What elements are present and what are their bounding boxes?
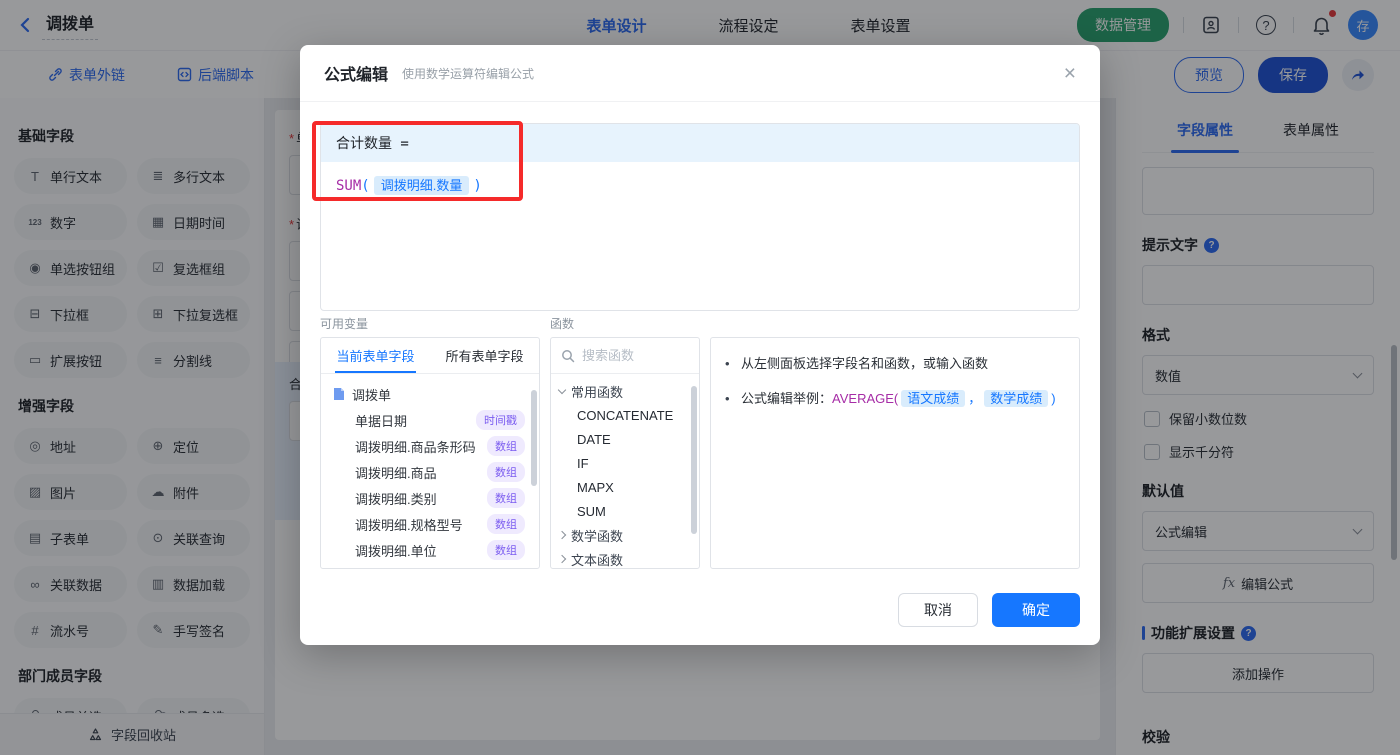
function-group-row[interactable]: 常用函数 bbox=[551, 379, 699, 403]
field-chip[interactable]: 调拨明细.数量 bbox=[373, 176, 470, 195]
variable-name: 单据日期 bbox=[355, 413, 408, 429]
file-icon bbox=[334, 388, 344, 400]
chevron-down-icon bbox=[557, 385, 567, 394]
functions-scrollbar[interactable] bbox=[691, 386, 697, 534]
function-item-CONCATENATE[interactable]: CONCATENATE bbox=[551, 403, 699, 427]
tab-all-form-fields[interactable]: 所有表单字段 bbox=[430, 338, 539, 373]
variable-name: 调拨明细.商品 bbox=[355, 465, 437, 481]
variable-row[interactable]: 调拨明细.规格型号 数组 bbox=[321, 511, 539, 537]
type-badge: 数组 bbox=[487, 540, 525, 560]
tab-current-form-fields[interactable]: 当前表单字段 bbox=[321, 338, 430, 373]
close-icon[interactable]: × bbox=[1064, 63, 1076, 84]
variable-root-label: 调拨单 bbox=[352, 387, 392, 403]
variables-label: 可用变量 bbox=[320, 317, 369, 331]
paren-close: ) bbox=[473, 178, 482, 194]
function-group-label: 常用函数 bbox=[571, 384, 624, 400]
function-group-label: 数学函数 bbox=[571, 528, 624, 544]
confirm-button[interactable]: 确定 bbox=[992, 593, 1080, 627]
variable-row[interactable]: 调拨明细.类别 数组 bbox=[321, 485, 539, 511]
bullet-icon: • bbox=[725, 356, 730, 371]
function-search[interactable] bbox=[551, 338, 699, 374]
example-chip: 数学成绩 bbox=[984, 389, 1049, 407]
function-group-label: 文本函数 bbox=[571, 552, 624, 568]
variable-root-row[interactable]: 调拨单 bbox=[321, 381, 539, 407]
formula-expression[interactable]: SUM(调拨明细.数量) bbox=[321, 162, 1079, 207]
bullet-icon: • bbox=[725, 390, 730, 406]
hint-line-2: • 公式编辑举例：AVERAGE(语文成绩，数学成绩) bbox=[725, 389, 1065, 410]
function-item-IF[interactable]: IF bbox=[551, 451, 699, 475]
hint-panel: • 从左侧面板选择字段名和函数，或输入函数 • 公式编辑举例：AVERAGE(语… bbox=[710, 337, 1080, 569]
formula-edit-modal: 公式编辑 使用数学运算符编辑公式 × 合计数量 = SUM(调拨明细.数量) 可… bbox=[300, 45, 1100, 645]
function-item-DATE[interactable]: DATE bbox=[551, 427, 699, 451]
type-badge: 数组 bbox=[487, 462, 525, 482]
paren-open: ( bbox=[361, 178, 370, 194]
type-badge: 数组 bbox=[487, 488, 525, 508]
variables-scrollbar[interactable] bbox=[531, 390, 537, 486]
variable-row[interactable]: 调拨明细.商品 数组 bbox=[321, 459, 539, 485]
variable-name: 调拨明细.单位 bbox=[355, 543, 437, 559]
functions-panel: 常用函数 CONCATENATEDATEIFMAPXSUM 数学函数文本函数 bbox=[550, 337, 700, 569]
function-group-row[interactable]: 数学函数 bbox=[551, 523, 699, 547]
hint-line-1: • 从左侧面板选择字段名和函数，或输入函数 bbox=[725, 354, 1065, 375]
example-chip: 语文成绩 bbox=[901, 389, 966, 407]
search-icon bbox=[562, 349, 575, 362]
variable-name: 调拨明细.规格型号 bbox=[355, 517, 463, 533]
variable-row[interactable]: 单据日期 时间戳 bbox=[321, 407, 539, 433]
type-badge: 数组 bbox=[487, 514, 525, 534]
type-badge: 时间戳 bbox=[476, 410, 525, 430]
modal-subtitle: 使用数学运算符编辑公式 bbox=[402, 66, 535, 81]
type-badge: 数组 bbox=[487, 436, 525, 456]
variable-row[interactable]: 调拨明细.商品条形码 数组 bbox=[321, 433, 539, 459]
variables-panel: 当前表单字段 所有表单字段 调拨单 单据日期 时间戳 调拨明细.商品条形码 数组 调拨明… bbox=[320, 337, 540, 569]
function-item-MAPX[interactable]: MAPX bbox=[551, 475, 699, 499]
variable-row[interactable]: 调拨明细.单位 数组 bbox=[321, 537, 539, 563]
modal-title: 公式编辑 bbox=[324, 67, 389, 84]
cancel-button[interactable]: 取消 bbox=[898, 593, 978, 627]
variable-name: 调拨明细.类别 bbox=[355, 491, 437, 507]
formula-target: 合计数量 = bbox=[321, 124, 1079, 162]
functions-label: 函数 bbox=[550, 317, 575, 331]
variable-name: 调拨明细.商品条形码 bbox=[355, 439, 476, 455]
chevron-right-icon bbox=[557, 554, 567, 564]
chevron-right-icon bbox=[557, 530, 567, 540]
function-item-SUM[interactable]: SUM bbox=[551, 499, 699, 523]
function-search-input[interactable] bbox=[582, 348, 682, 363]
formula-function: SUM bbox=[336, 178, 362, 194]
example-function: AVERAGE( bbox=[832, 390, 899, 406]
app-root: 调拨单 表单设计 流程设定 表单设置 数据管理 ? 存 表单外链 后端脚本 预览… bbox=[0, 0, 1400, 755]
formula-editor[interactable]: 合计数量 = SUM(调拨明细.数量) bbox=[320, 123, 1080, 311]
function-group-row[interactable]: 文本函数 bbox=[551, 547, 699, 568]
